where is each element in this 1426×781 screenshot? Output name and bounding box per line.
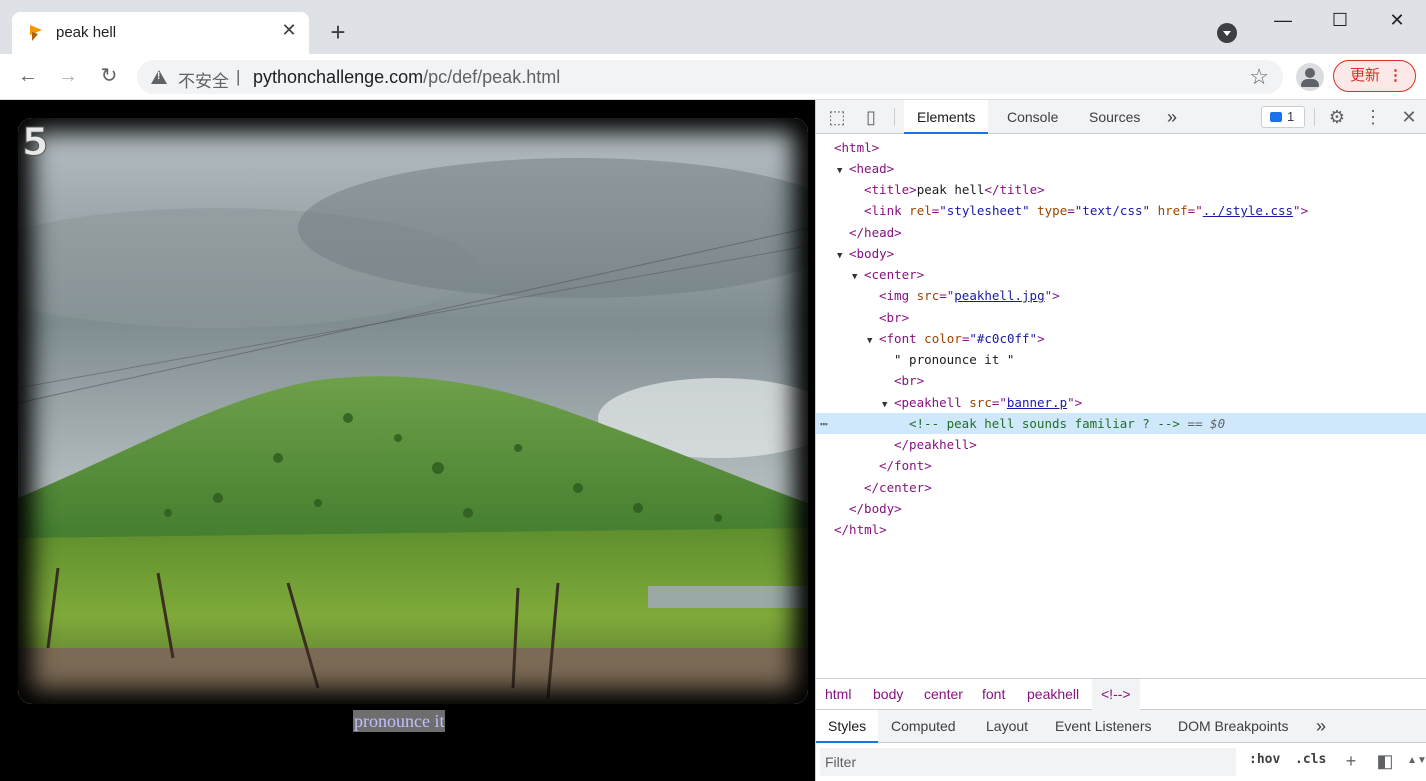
url-path: /pc/def/peak.html	[423, 67, 561, 87]
dom-node-title[interactable]: <title>peak hell</title>	[816, 179, 1426, 200]
dom-node-br[interactable]: <br>	[816, 370, 1426, 391]
forward-button[interactable]: →	[54, 62, 82, 90]
dom-node-center[interactable]: ▼ <center>	[816, 264, 1426, 285]
toolbar-divider	[1314, 108, 1315, 126]
security-label[interactable]: 不安全	[178, 67, 229, 92]
devtools-toolbar: ⬚ ▯ Elements Console Sources » 1 ⚙ ⋮ ✕	[816, 100, 1426, 134]
reload-button[interactable]: ↻	[95, 62, 123, 90]
page-viewport: 5 pronounce it	[0, 100, 815, 781]
devtools-panel: ⬚ ▯ Elements Console Sources » 1 ⚙ ⋮ ✕ <…	[815, 100, 1426, 781]
tab-console[interactable]: Console	[994, 100, 1071, 134]
tab-title: peak hell	[56, 24, 117, 41]
peakhell-jpg-link[interactable]: peakhell.jpg	[954, 288, 1044, 303]
python-challenge-favicon	[30, 25, 42, 41]
tab-sources[interactable]: Sources	[1076, 100, 1153, 134]
security-separator: |	[236, 67, 241, 86]
dom-node-center-close[interactable]: </center>	[816, 477, 1426, 498]
close-window-button[interactable]: ✕	[1377, 6, 1417, 34]
subtab-styles[interactable]: Styles	[816, 710, 879, 743]
tab-close-icon[interactable]: ✕	[279, 20, 299, 40]
dom-node-comment-selected[interactable]: ⋯ <!-- peak hell sounds familiar ? --> ==…	[816, 413, 1426, 434]
banner-p-link[interactable]: banner.p	[1007, 395, 1067, 410]
maximize-button[interactable]: ☐	[1320, 6, 1360, 34]
inspect-element-icon[interactable]: ⬚	[826, 106, 848, 128]
title-bar: peak hell ✕ + — ☐ ✕	[0, 0, 1426, 54]
style-css-link[interactable]: ../style.css	[1203, 203, 1293, 218]
breadcrumb-comment[interactable]: <!-->	[1092, 679, 1140, 710]
dom-node-font-close[interactable]: </font>	[816, 455, 1426, 476]
subtab-computed[interactable]: Computed	[879, 710, 968, 743]
tab-search-icon[interactable]	[1217, 23, 1237, 43]
warning-icon[interactable]	[151, 70, 167, 84]
bookmark-star-icon[interactable]: ☆	[1249, 64, 1269, 90]
subtab-event-listeners[interactable]: Event Listeners	[1043, 710, 1164, 743]
more-vert-icon: ⋮	[1388, 67, 1403, 84]
dom-node-html-close[interactable]: </html>	[816, 519, 1426, 540]
dom-node-body-close[interactable]: </body>	[816, 498, 1426, 519]
dom-node-head[interactable]: ▼ <head>	[816, 158, 1426, 179]
minimize-button[interactable]: —	[1263, 6, 1303, 34]
dom-node-html[interactable]: <html>	[816, 137, 1426, 158]
browser-toolbar: ← → ↻ 不安全 | pythonchallenge.com/pc/def/p…	[0, 54, 1426, 100]
dom-node-head-close[interactable]: </head>	[816, 222, 1426, 243]
url-domain: pythonchallenge.com	[253, 67, 424, 87]
styles-filter-bar: Filter :hov .cls + ◧ ▲▼	[816, 744, 1426, 781]
styles-subtabs: Styles Computed Layout Event Listeners D…	[816, 710, 1426, 743]
more-tabs-icon[interactable]: »	[1154, 100, 1190, 134]
subtab-dom-breakpoints[interactable]: DOM Breakpoints	[1166, 710, 1300, 743]
scroll-arrows-icon[interactable]: ▲▼	[1406, 750, 1426, 772]
update-label: 更新	[1350, 67, 1381, 84]
more-subtabs-icon[interactable]: »	[1304, 710, 1338, 743]
dom-tree: <html> ▼ <head> <title>peak hell</title> …	[816, 137, 1426, 677]
dom-node-img[interactable]: <img src="peakhell.jpg">	[816, 285, 1426, 306]
settings-gear-icon[interactable]: ⚙	[1326, 106, 1348, 128]
browser-tab[interactable]: peak hell ✕	[12, 12, 309, 54]
close-devtools-icon[interactable]: ✕	[1398, 106, 1420, 128]
address-bar[interactable]: 不安全 | pythonchallenge.com/pc/def/peak.ht…	[137, 60, 1283, 94]
device-toolbar-icon[interactable]: ▯	[860, 106, 882, 128]
subtab-layout[interactable]: Layout	[974, 710, 1040, 743]
more-ellipsis-icon[interactable]: ⋯	[820, 413, 828, 434]
toolbar-divider	[894, 108, 895, 126]
level-number: 5	[21, 120, 49, 165]
breadcrumb-html[interactable]: html	[816, 679, 860, 710]
dom-node-br[interactable]: <br>	[816, 307, 1426, 328]
issues-badge[interactable]: 1	[1261, 106, 1305, 128]
profile-avatar-icon[interactable]	[1296, 63, 1324, 91]
update-button[interactable]: 更新 ⋮	[1333, 60, 1416, 92]
new-style-rule-icon[interactable]: +	[1340, 750, 1362, 772]
tab-elements[interactable]: Elements	[904, 100, 989, 134]
breadcrumb: html body center font peakhell <!-->	[816, 678, 1426, 710]
cls-toggle[interactable]: .cls	[1295, 752, 1326, 767]
peakhell-image	[18, 118, 808, 704]
breadcrumb-peakhell[interactable]: peakhell	[1018, 679, 1088, 710]
toggle-sidebar-icon[interactable]: ◧	[1374, 750, 1396, 772]
dom-node-body[interactable]: ▼ <body>	[816, 243, 1426, 264]
breadcrumb-body[interactable]: body	[864, 679, 912, 710]
breadcrumb-center[interactable]: center	[915, 679, 972, 710]
hov-toggle[interactable]: :hov	[1249, 752, 1280, 767]
devtools-menu-icon[interactable]: ⋮	[1362, 106, 1384, 128]
image-vignette	[18, 118, 808, 704]
dom-node-text[interactable]: " pronounce it "	[816, 349, 1426, 370]
breadcrumb-font[interactable]: font	[973, 679, 1014, 710]
url-text[interactable]: pythonchallenge.com/pc/def/peak.html	[253, 67, 560, 88]
dom-node-peakhell-close[interactable]: </peakhell>	[816, 434, 1426, 455]
dom-node-peakhell[interactable]: ▼ <peakhell src="banner.p">	[816, 392, 1426, 413]
dom-node-link[interactable]: <link rel="stylesheet" type="text/css" h…	[816, 200, 1426, 221]
dom-node-font[interactable]: ▼ <font color="#c0c0ff">	[816, 328, 1426, 349]
back-button[interactable]: ←	[14, 62, 42, 90]
pronounce-caption: pronounce it	[353, 710, 446, 732]
new-tab-button[interactable]: +	[326, 19, 350, 45]
styles-filter-input[interactable]: Filter	[820, 748, 1236, 776]
